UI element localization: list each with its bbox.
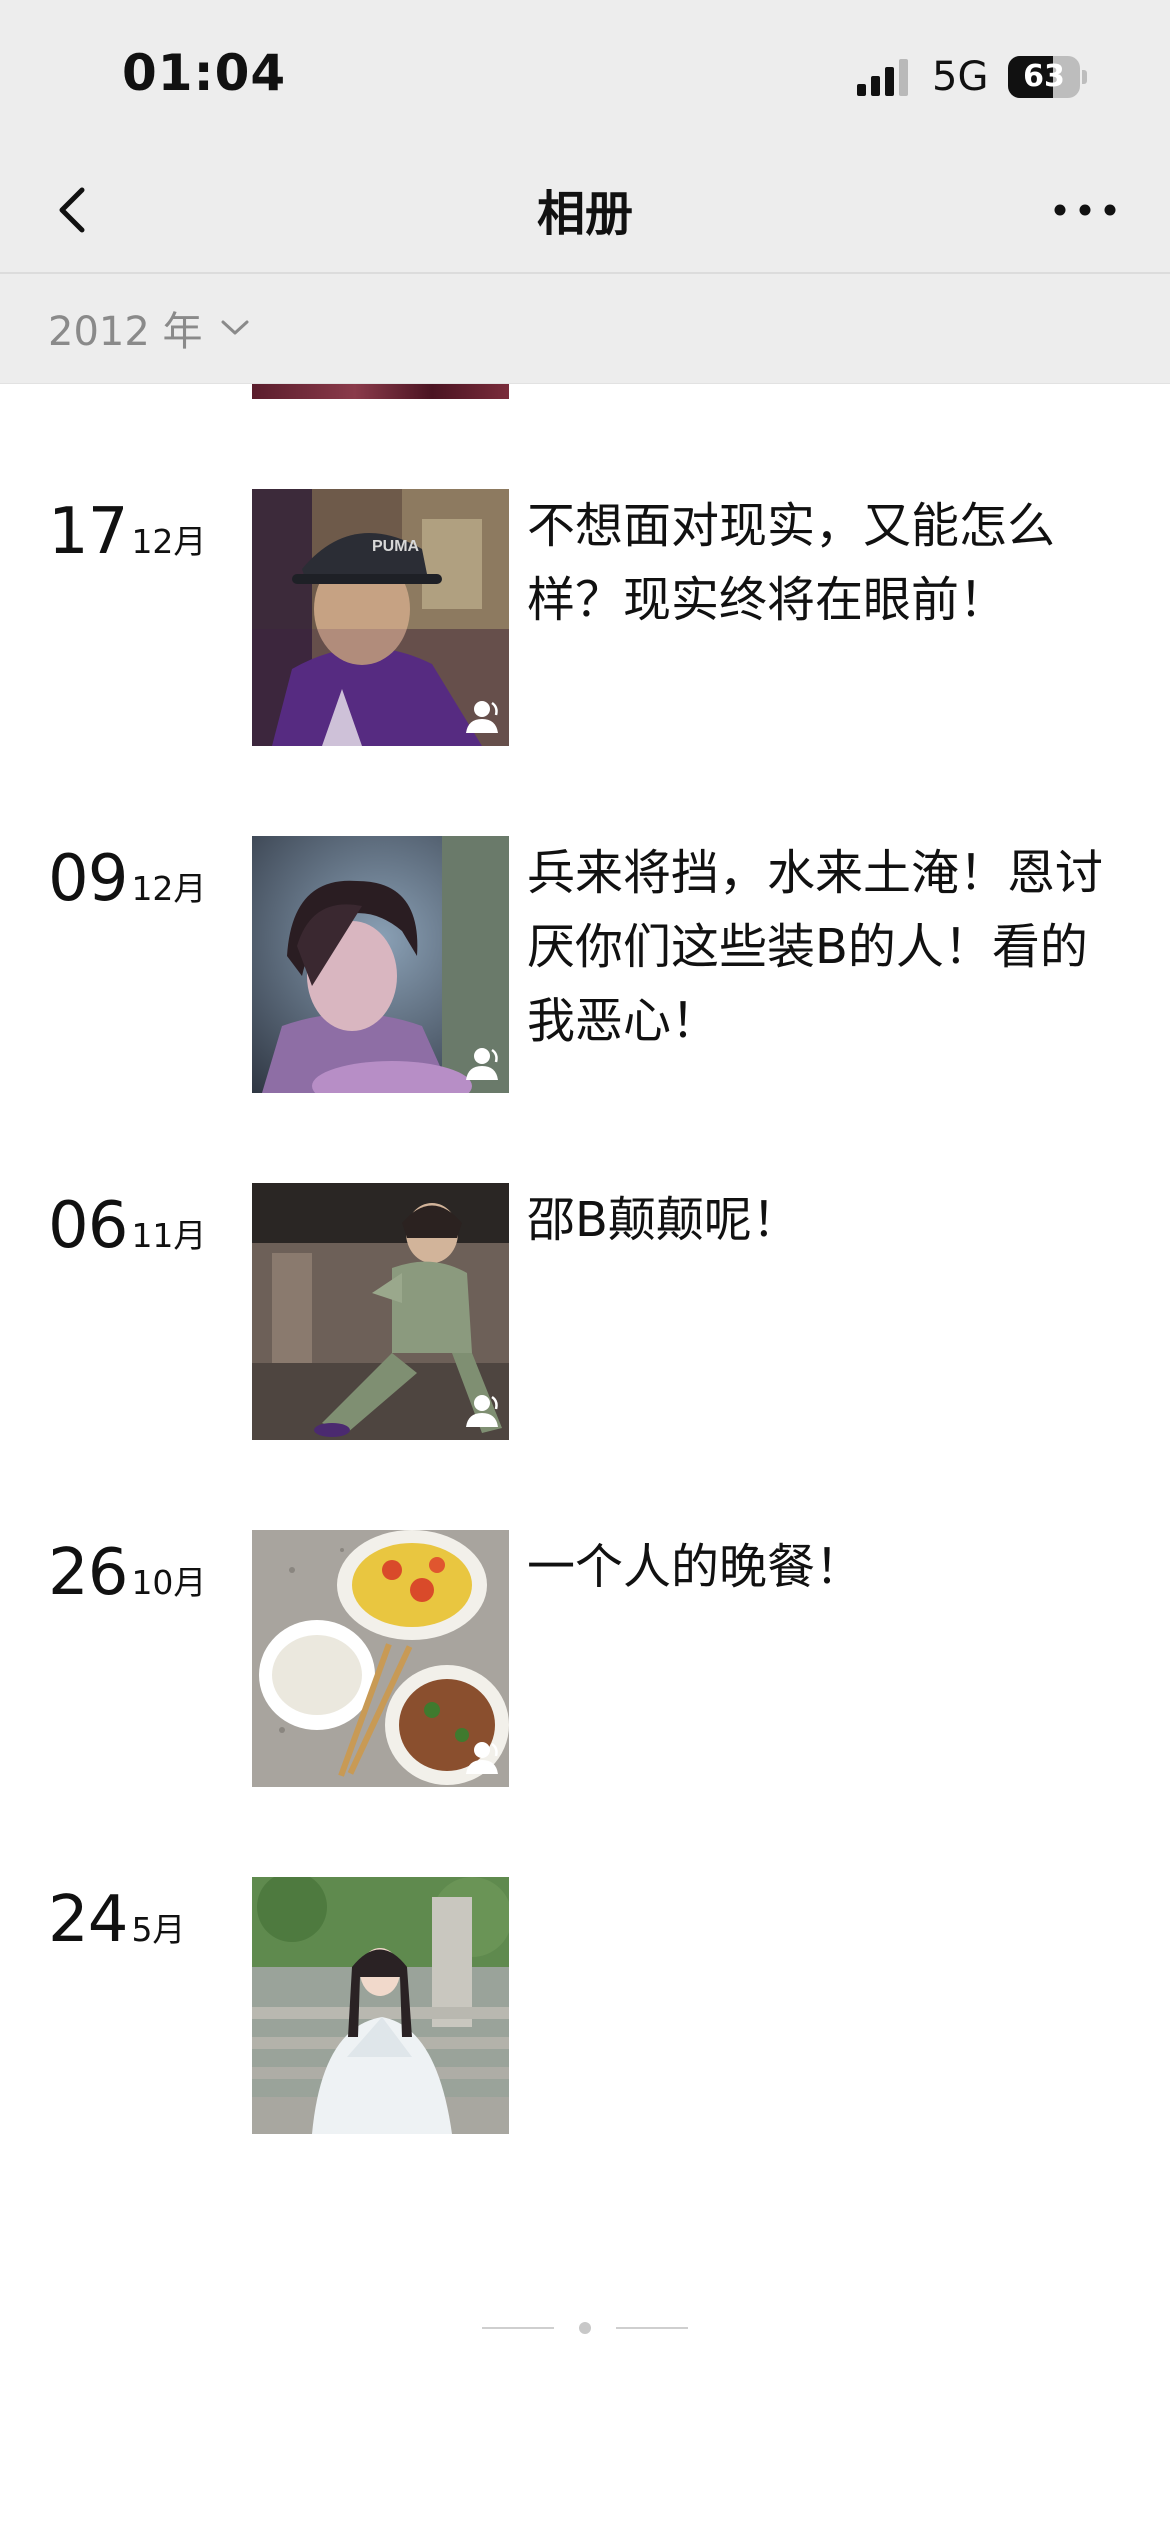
status-bar: 01:04 5G 63 [0,0,1170,150]
entry-day: 26 [48,1536,128,1610]
battery-icon: 63 [1008,56,1087,98]
album-entry: 09 12月 兵来将挡，水来土淹！恩讨厌你们这些装B的人！看的我恶心！ [0,836,1170,1093]
network-type: 5G [932,54,989,100]
entry-date: 24 5月 [48,1883,185,1957]
svg-text:PUMA: PUMA [372,538,420,555]
status-time: 01:04 [122,44,287,102]
friend-icon [466,1742,498,1774]
entry-caption[interactable]: 一个人的晚餐！ [527,1530,1107,1604]
entry-day: 09 [48,842,128,916]
entry-date: 06 11月 [48,1189,206,1263]
entry-month: 11月 [131,1216,207,1255]
entry-day: 17 [48,495,128,569]
more-options-button[interactable] [1040,180,1130,240]
album-entry: 26 10月 一个人的晚餐！ [0,1530,1170,1787]
album-entry: 17 12月 PUMA 不想面对现实，又能怎么样？现实终将在眼前！ [0,489,1170,746]
photo-image [252,1877,509,2134]
year-label: 2012 年 [48,309,203,355]
end-divider-left [482,2327,554,2329]
entry-caption[interactable]: 邵B颠颠呢！ [527,1183,1107,1257]
album-entry: 06 11月 邵B颠颠呢！ [0,1183,1170,1440]
previous-photo-thumbnail[interactable] [252,383,509,399]
entry-photo-thumbnail[interactable] [252,836,509,1093]
album-entry: 24 5月 [0,1877,1170,2134]
entry-date: 17 12月 [48,495,206,569]
entry-month: 5月 [131,1910,186,1949]
navigation-bar: 相册 [0,150,1170,274]
entry-caption[interactable]: 不想面对现实，又能怎么样？现实终将在眼前！ [527,489,1107,637]
cellular-signal-icon [857,59,908,96]
year-selector[interactable]: 2012 年 [48,298,251,358]
battery-percentage: 63 [1023,59,1065,94]
end-of-list-indicator [482,2321,688,2335]
entry-date: 26 10月 [48,1536,206,1610]
friend-icon [466,1048,498,1080]
chevron-down-icon [221,320,249,335]
album-feed: 17 12月 PUMA 不想面对现实，又能怎么样？现实终将在眼前！ 09 12月… [0,383,1170,2532]
entry-photo-thumbnail[interactable] [252,1183,509,1440]
year-filter-bar: 2012 年 [0,274,1170,384]
header-area: 01:04 5G 63 相册 2012 年 [0,0,1170,384]
entry-photo-thumbnail[interactable]: PUMA [252,489,509,746]
end-dot [579,2322,591,2334]
ellipsis-icon [1054,204,1116,216]
friend-icon [466,1395,498,1427]
album-screen: 01:04 5G 63 相册 2012 年 17 12月 PUMA 不想面对现实… [0,0,1170,2532]
entry-month: 12月 [131,522,207,561]
entry-day: 06 [48,1189,128,1263]
entry-date: 09 12月 [48,842,206,916]
entry-caption[interactable]: 兵来将挡，水来土淹！恩讨厌你们这些装B的人！看的我恶心！ [527,836,1107,1058]
entry-month: 12月 [131,869,207,908]
entry-photo-thumbnail[interactable] [252,1877,509,2134]
entry-photo-thumbnail[interactable] [252,1530,509,1787]
entry-day: 24 [48,1883,128,1957]
end-divider-right [616,2327,688,2329]
page-title: 相册 [536,186,633,242]
back-button[interactable] [40,172,116,248]
entry-month: 10月 [131,1563,207,1602]
chevron-left-icon [59,187,85,233]
friend-icon [466,701,498,733]
